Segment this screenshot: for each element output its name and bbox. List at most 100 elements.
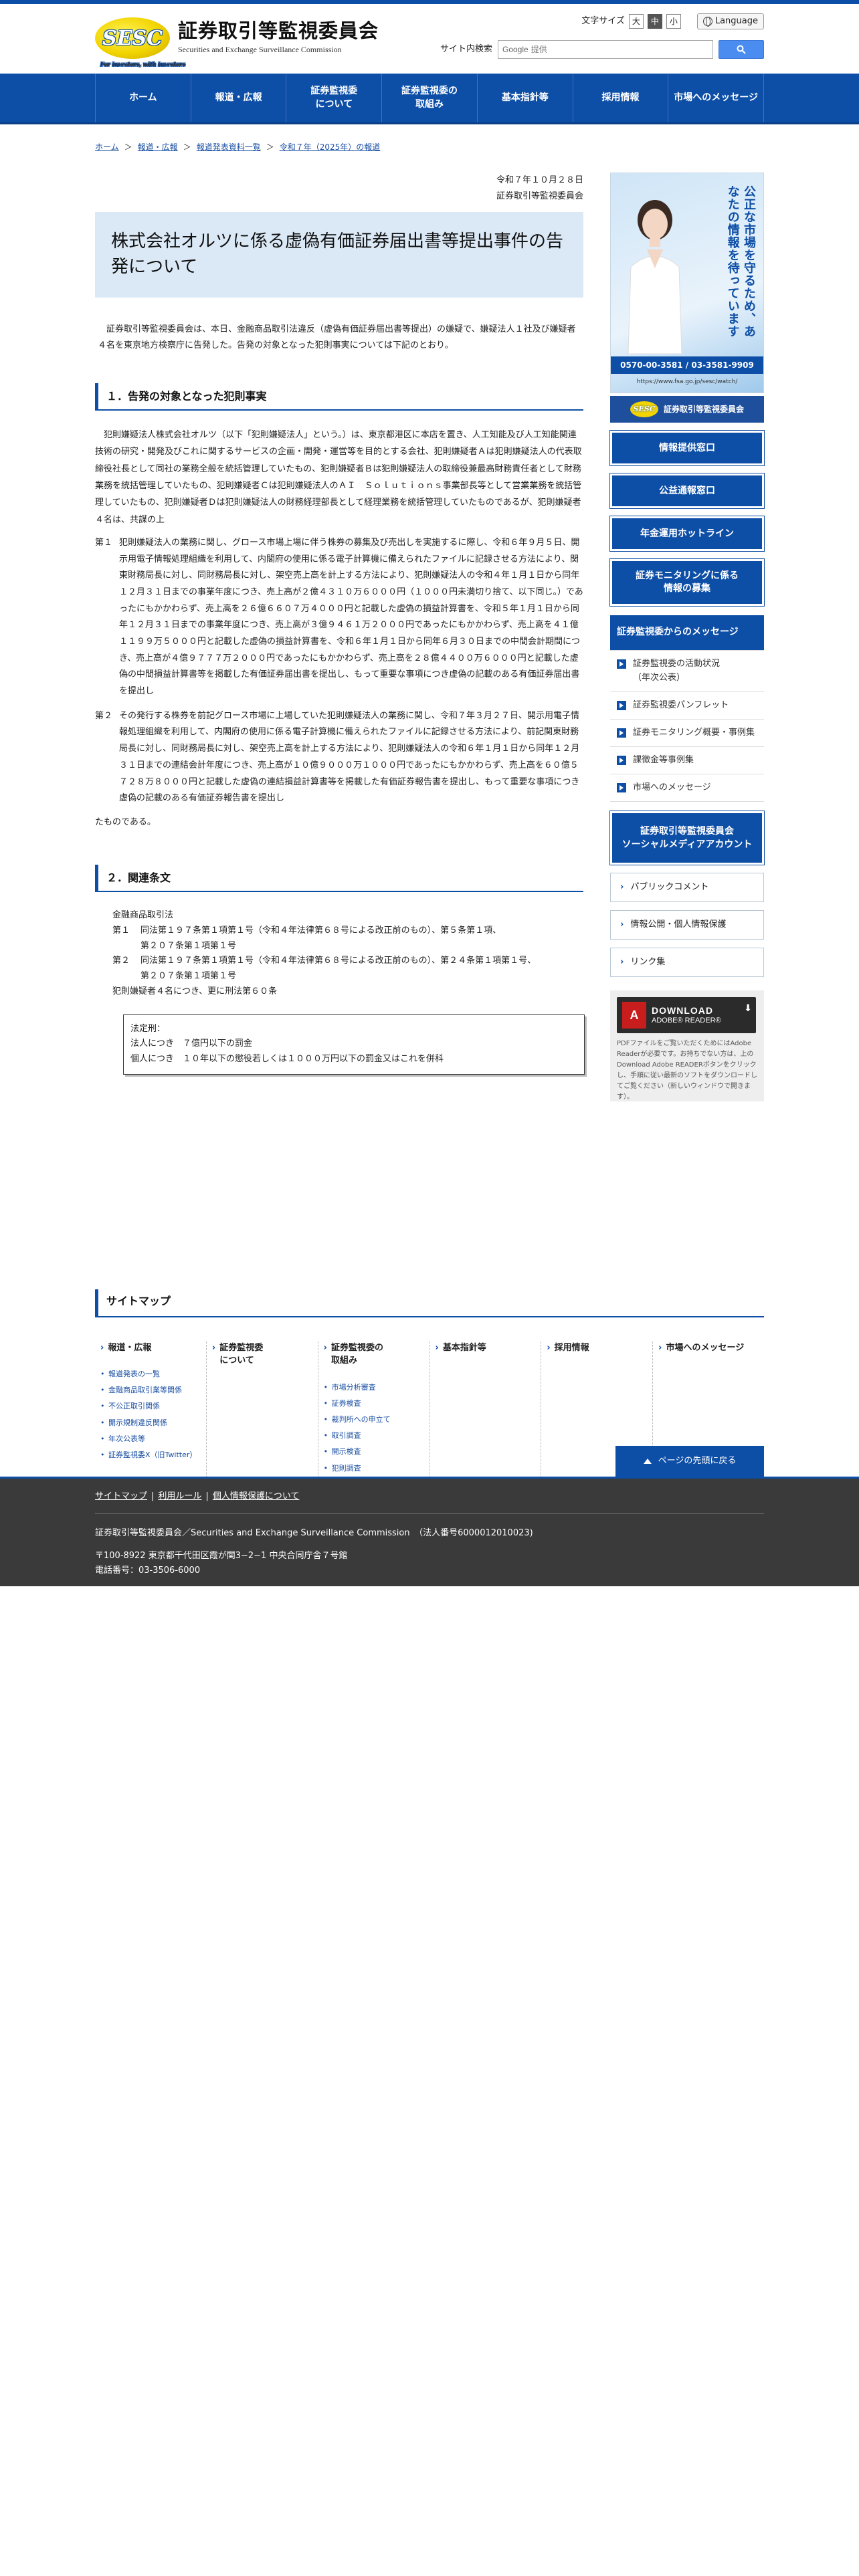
sesc-logo-mark: SESC For investors, with investors	[95, 17, 185, 68]
download-arrow-icon: ⬇	[744, 1003, 752, 1014]
logo-title-en: Securities and Exchange Surveillance Com…	[178, 45, 342, 55]
links-page-link[interactable]: › リンク集	[610, 948, 764, 978]
breadcrumb-home[interactable]: ホーム	[95, 140, 119, 154]
release-org: 証券取引等監視委員会	[496, 191, 583, 201]
search-button[interactable]	[719, 40, 764, 59]
nav-item-5[interactable]: 採用情報	[573, 74, 669, 122]
breadcrumb-release-list[interactable]: 報道発表資料一覧	[197, 140, 261, 154]
sitemap-column-heading[interactable]: › 基本指針等	[435, 1341, 535, 1355]
sitemap-column-heading[interactable]: › 証券監視委 について	[212, 1341, 312, 1368]
law-row-number: 第２	[112, 956, 130, 966]
search-field[interactable]: Google	[498, 40, 713, 59]
sitemap-column-heading[interactable]: › 採用情報	[547, 1341, 647, 1355]
fact-item: 第２ その発行する株券を前記グロース市場に上場していた犯則嫌疑法人の業務に関し、…	[95, 708, 583, 807]
font-size-small-button[interactable]: 小	[666, 14, 681, 29]
sitemap-link[interactable]: 開示規制違反関係	[100, 1415, 201, 1431]
footer-link-privacy[interactable]: 個人情報保護について	[213, 1489, 300, 1504]
banner-person-image	[628, 200, 682, 354]
nav-item-6[interactable]: 市場へのメッセージ	[668, 74, 765, 122]
tip-banner[interactable]: 公正な市場を守るため、あなたの情報を待っています 0570-00-3581 / …	[610, 173, 764, 394]
search-label: サイト内検索	[440, 43, 492, 54]
article-title-box: 株式会社オルツに係る虚偽有価証券届出書等提出事件の告発について	[95, 212, 583, 298]
arrow-square-icon	[617, 783, 626, 793]
fact-item: 第１ 犯則嫌疑法人の業務に関し、グロース市場上場に伴う株券の募集及び売出しを実施…	[95, 535, 583, 700]
whistleblower-button[interactable]: 公益通報窓口	[609, 473, 765, 510]
breadcrumb-separator-icon: ＞	[266, 142, 274, 152]
sitemap-link[interactable]: 不公正取引関係	[100, 1398, 201, 1414]
chevron-right-icon: ›	[620, 957, 624, 968]
nav-item-4[interactable]: 基本指針等	[478, 74, 573, 122]
nav-item-3[interactable]: 証券監視委の 取組み	[382, 74, 478, 122]
chevron-right-icon: ›	[620, 920, 624, 930]
search-input[interactable]	[531, 45, 692, 54]
banner-tel: 0570-00-3581 / 03-3581-9909	[611, 356, 763, 374]
breadcrumb-current[interactable]: 令和７年（2025年）の報道	[280, 140, 381, 154]
sitemap-link[interactable]: 市場分析審査	[324, 1380, 424, 1396]
breadcrumb: ホーム ＞ 報道・広報 ＞ 報道発表資料一覧 ＞ 令和７年（2025年）の報道	[95, 124, 764, 154]
info-provision-button[interactable]: 情報提供窓口	[609, 430, 765, 467]
sitemap-link[interactable]: 金融商品取引業等関係	[100, 1382, 201, 1398]
footer-tel: 電話番号：03-3506-6000	[95, 1566, 201, 1576]
sitemap-link[interactable]: 証券検査	[324, 1396, 424, 1412]
arrow-square-icon	[617, 728, 626, 738]
font-size-large-button[interactable]: 大	[628, 14, 644, 29]
fact-item-number: 第１	[95, 537, 113, 548]
sitemap-heading: サイトマップ	[95, 1289, 764, 1317]
footer-link-terms[interactable]: 利用ルール	[158, 1489, 201, 1504]
adobe-icon: A	[622, 1002, 646, 1029]
article-lead: 証券取引等監視委員会は、本日、金融商品取引法違反（虚偽有価証券届出書等提出）の嫌…	[98, 324, 576, 350]
chevron-right-icon: ›	[658, 1342, 662, 1353]
logo-title-jp: 証券取引等監視委員会	[178, 19, 379, 43]
monitoring-info-button[interactable]: 証券モニタリングに係る 情報の募集	[609, 558, 765, 607]
release-date-block: 令和７年１０月２８日 証券取引等監視委員会	[95, 173, 583, 204]
message-list-item[interactable]: 課徴金等事例集	[610, 746, 764, 774]
sidebar-logo-banner[interactable]: SESC 証券取引等監視委員会	[610, 396, 764, 423]
message-list-label: 課徴金等事例集	[633, 754, 694, 765]
search-icon	[737, 45, 746, 54]
message-list-label: 証券監視委の活動状況 （年次公表）	[633, 659, 721, 683]
adobe-download-button[interactable]: A DOWNLOAD ADOBE® READER® ⬇	[617, 997, 756, 1034]
footer-address-block: 〒100-8922 東京都千代田区霞が関3−2−1 中央合同庁舎７号館 電話番号…	[95, 1549, 764, 1578]
sitemap-column-heading[interactable]: › 証券監視委の 取組み	[324, 1341, 424, 1368]
arrow-square-icon	[617, 755, 626, 765]
nav-item-0[interactable]: ホーム	[96, 74, 191, 122]
fact-item-number: 第２	[95, 710, 113, 721]
message-list-item[interactable]: 証券監視委の活動状況 （年次公表）	[610, 650, 764, 691]
adobe-note: PDFファイルをご覧いただくためにはAdobe Readerが必要です。お持ちで…	[617, 1040, 757, 1101]
sitemap-link[interactable]: 報道発表の一覧	[100, 1366, 201, 1382]
chevron-right-icon: ›	[435, 1342, 439, 1353]
arrow-up-icon	[643, 1459, 652, 1464]
chevron-right-icon: ›	[100, 1342, 104, 1353]
pension-hotline-button[interactable]: 年金運用ホットライン	[609, 516, 765, 552]
sitemap-link[interactable]: 開示検査	[324, 1444, 424, 1460]
sitemap-column-heading[interactable]: › 市場へのメッセージ	[658, 1341, 759, 1355]
sitemap-link[interactable]: 犯則調査	[324, 1461, 424, 1477]
nav-item-2[interactable]: 証券監視委 について	[286, 74, 383, 122]
message-list-item[interactable]: 証券監視委パンフレット	[610, 691, 764, 719]
language-button[interactable]: Language	[696, 13, 764, 29]
page-top-button[interactable]: ページの先頭に戻る	[615, 1446, 764, 1477]
law-list: 金融商品取引法 第１ 同法第１９７条第１項第１号（令和４年法律第６８号による改正…	[95, 908, 583, 1000]
fact-item-text: 犯則嫌疑法人の業務に関し、グロース市場上場に伴う株券の募集及び売出しを実施するに…	[119, 537, 583, 697]
global-nav: ホーム 報道・広報 証券監視委 について 証券監視委の 取組み 基本指針等 採用情報 市場へ…	[0, 74, 859, 124]
site-logo[interactable]: SESC For investors, with investors 証券取引等…	[95, 17, 379, 68]
font-size-medium-button[interactable]: 中	[647, 14, 662, 29]
sitemap-link[interactable]: 証券監視委X（旧Twitter）	[100, 1447, 201, 1463]
sitemap-link[interactable]: 年次公表等	[100, 1431, 201, 1447]
sitemap-column-heading[interactable]: › 報道・広報	[100, 1341, 201, 1355]
sitemap-link[interactable]: 裁判所への申立て	[324, 1412, 424, 1428]
footer-link-sitemap[interactable]: サイトマップ	[95, 1489, 147, 1504]
message-list-label: 証券モニタリング概要・事例集	[633, 727, 755, 738]
nav-item-1[interactable]: 報道・広報	[191, 74, 287, 122]
social-media-button[interactable]: 証券取引等監視委員会 ソーシャルメディアアカウント	[609, 811, 765, 866]
chevron-right-icon: ›	[323, 1342, 328, 1353]
breadcrumb-press[interactable]: 報道・広報	[138, 140, 178, 154]
sitemap-link[interactable]: 取引調査	[324, 1428, 424, 1444]
message-list-item[interactable]: 証券モニタリング概要・事例集	[610, 718, 764, 746]
disclosure-link[interactable]: › 情報公開・個人情報保護	[610, 910, 764, 940]
message-list-item[interactable]: 市場へのメッセージ	[610, 774, 764, 801]
public-comment-link[interactable]: › パブリックコメント	[610, 873, 764, 903]
main-content: 令和７年１０月２８日 証券取引等監視委員会 株式会社オルツに係る虚偽有価証券届出…	[95, 173, 585, 1075]
arrow-square-icon	[617, 659, 626, 669]
sidebar: 公正な市場を守るため、あなたの情報を待っています 0570-00-3581 / …	[609, 173, 765, 1102]
